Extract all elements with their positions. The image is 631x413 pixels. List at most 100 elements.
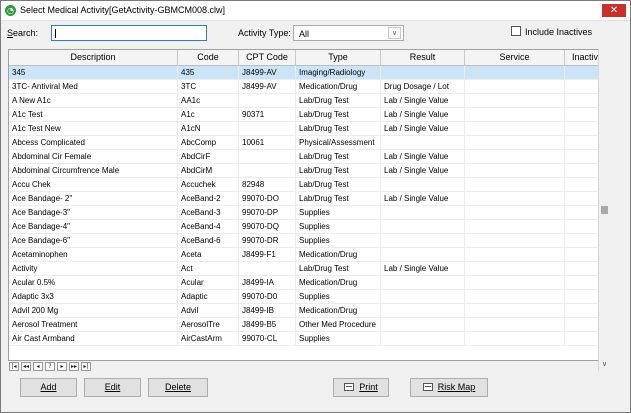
cell-description: Advil 200 Mg <box>9 304 178 318</box>
table-row[interactable]: Accu Chek Accuchek 82948 Lab/Drug Test <box>9 178 609 192</box>
cell-description: A1c Test <box>9 108 178 122</box>
col-code-header[interactable]: Code <box>178 50 239 66</box>
dialog-window: ◔ Select Medical Activity[GetActivity-GB… <box>0 0 631 413</box>
cell-service <box>465 108 565 122</box>
cell-service <box>465 332 565 346</box>
cell-code: AbcComp <box>178 136 239 150</box>
scroll-thumb[interactable] <box>601 206 608 214</box>
table-row[interactable]: Abcess Complicated AbcComp 10061 Physical/A… <box>9 136 609 150</box>
cell-type: Medication/Drug <box>296 80 381 94</box>
cell-result <box>381 136 465 150</box>
table-row[interactable]: A1c Test New A1cN Lab/Drug Test Lab / Singl… <box>9 122 609 136</box>
table-row[interactable]: Activity Act Lab/Drug Test Lab / Single Val… <box>9 262 609 276</box>
cell-description: Accu Chek <box>9 178 178 192</box>
table-row[interactable]: Acetaminophen Aceta J8499-F1 Medication/Dru… <box>9 248 609 262</box>
vertical-scrollbar[interactable]: ∨ <box>598 49 610 371</box>
cell-result <box>381 304 465 318</box>
scroll-down-icon[interactable]: ∨ <box>599 360 610 370</box>
table-row[interactable]: Acular 0.5% Acular J8499-IA Medication/Drug <box>9 276 609 290</box>
cell-type: Supplies <box>296 220 381 234</box>
cell-cpt-code: 10061 <box>239 136 296 150</box>
table-row[interactable]: 345 435 J8499-AV Imaging/Radiology <box>9 66 609 80</box>
cell-code: Accuchek <box>178 178 239 192</box>
cell-service <box>465 164 565 178</box>
cell-description: Abdominal Circumfrence Male <box>9 164 178 178</box>
close-button[interactable]: ✕ <box>602 4 626 17</box>
risk-map-button[interactable]: Risk Map <box>410 378 488 397</box>
table-row[interactable]: Ace Bandage- 2" AceBand-2 99070-DO Lab/Drug… <box>9 192 609 206</box>
horizontal-scrollbar[interactable] <box>97 362 597 371</box>
cell-code: Advil <box>178 304 239 318</box>
query-icon[interactable]: ? <box>45 362 55 371</box>
delete-button[interactable]: Delete <box>148 378 208 397</box>
cell-description: Abdominal Cir Female <box>9 150 178 164</box>
cell-result: Lab / Single Value <box>381 150 465 164</box>
prev-page-icon[interactable]: ◂◂ <box>21 362 31 371</box>
cell-type: Supplies <box>296 290 381 304</box>
col-type-header[interactable]: Type <box>296 50 381 66</box>
cell-description: 3TC- Antiviral Med <box>9 80 178 94</box>
table-row[interactable]: Ace Bandage-4" AceBand-4 99070-DQ Supplies <box>9 220 609 234</box>
chevron-down-icon[interactable]: ∨ <box>388 27 401 39</box>
last-record-icon[interactable]: ▸| <box>81 362 91 371</box>
activity-grid[interactable]: Description Code CPT Code Type Result Service… <box>8 49 610 361</box>
cell-cpt-code: 90371 <box>239 108 296 122</box>
cell-result <box>381 332 465 346</box>
cell-code: AceBand-4 <box>178 220 239 234</box>
prev-record-icon[interactable]: ◂ <box>33 362 43 371</box>
table-row[interactable]: A1c Test A1c 90371 Lab/Drug Test Lab / Singl… <box>9 108 609 122</box>
cell-type: Imaging/Radiology <box>296 66 381 80</box>
cell-result: Lab / Single Value <box>381 108 465 122</box>
grid-header: Description Code CPT Code Type Result Service… <box>9 50 609 66</box>
print-button-label: Print <box>359 382 378 392</box>
cell-code: AbdCirM <box>178 164 239 178</box>
table-row[interactable]: Ace Bandage-6" AceBand-6 99070-DR Supplies <box>9 234 609 248</box>
cell-cpt-code: J8499-B5 <box>239 318 296 332</box>
cell-code: A1c <box>178 108 239 122</box>
col-description-header[interactable]: Description <box>9 50 178 66</box>
print-button[interactable]: Print <box>333 378 389 397</box>
cell-cpt-code: 99070-DQ <box>239 220 296 234</box>
cell-type: Lab/Drug Test <box>296 262 381 276</box>
cell-type: Supplies <box>296 206 381 220</box>
include-inactives-checkbox[interactable] <box>511 26 521 36</box>
col-service-header[interactable]: Service <box>465 50 565 66</box>
text-caret <box>55 29 56 38</box>
table-row[interactable]: Air Cast Armband AirCastArm 99070-CL Suppli… <box>9 332 609 346</box>
cell-service <box>465 248 565 262</box>
table-row[interactable]: Adaptic 3x3 Adaptic 99070-D0 Supplies <box>9 290 609 304</box>
printer-icon <box>344 383 355 391</box>
edit-button[interactable]: Edit <box>84 378 141 397</box>
cell-cpt-code <box>239 122 296 136</box>
next-page-icon[interactable]: ▸▸ <box>69 362 79 371</box>
table-row[interactable]: Advil 200 Mg Advil J8499-IB Medication/Drug <box>9 304 609 318</box>
cell-cpt-code: J8499-IA <box>239 276 296 290</box>
add-button[interactable]: Add <box>20 378 77 397</box>
cell-service <box>465 220 565 234</box>
cell-description: A1c Test New <box>9 122 178 136</box>
table-row[interactable]: Aerosol Treatment AerosolTre J8499-B5 Other… <box>9 318 609 332</box>
first-record-icon[interactable]: |◂ <box>9 362 19 371</box>
cell-cpt-code: J8499-F1 <box>239 248 296 262</box>
table-row[interactable]: 3TC- Antiviral Med 3TC J8499-AV Medication/… <box>9 80 609 94</box>
activity-type-value: All <box>299 29 310 39</box>
search-input[interactable] <box>51 25 207 41</box>
next-record-icon[interactable]: ▸ <box>57 362 67 371</box>
cell-description: Air Cast Armband <box>9 332 178 346</box>
table-row[interactable]: Abdominal Cir Female AbdCirF Lab/Drug Test… <box>9 150 609 164</box>
cell-service <box>465 94 565 108</box>
table-row[interactable]: Ace Bandage-3" AceBand-3 99070-DP Supplies <box>9 206 609 220</box>
delete-button-label: Delete <box>164 382 191 392</box>
cell-description: Acular 0.5% <box>9 276 178 290</box>
col-result-header[interactable]: Result <box>381 50 465 66</box>
cell-result: Lab / Single Value <box>381 192 465 206</box>
table-row[interactable]: Abdominal Circumfrence Male AbdCirM Lab/Dr… <box>9 164 609 178</box>
cell-description: Acetaminophen <box>9 248 178 262</box>
table-row[interactable]: A New A1c AA1c Lab/Drug Test Lab / Single V… <box>9 94 609 108</box>
cell-service <box>465 262 565 276</box>
cell-result <box>381 290 465 304</box>
cell-description: Adaptic 3x3 <box>9 290 178 304</box>
col-cpt-code-header[interactable]: CPT Code <box>239 50 296 66</box>
activity-type-select[interactable]: All ∨ <box>293 25 404 41</box>
cell-service <box>465 206 565 220</box>
